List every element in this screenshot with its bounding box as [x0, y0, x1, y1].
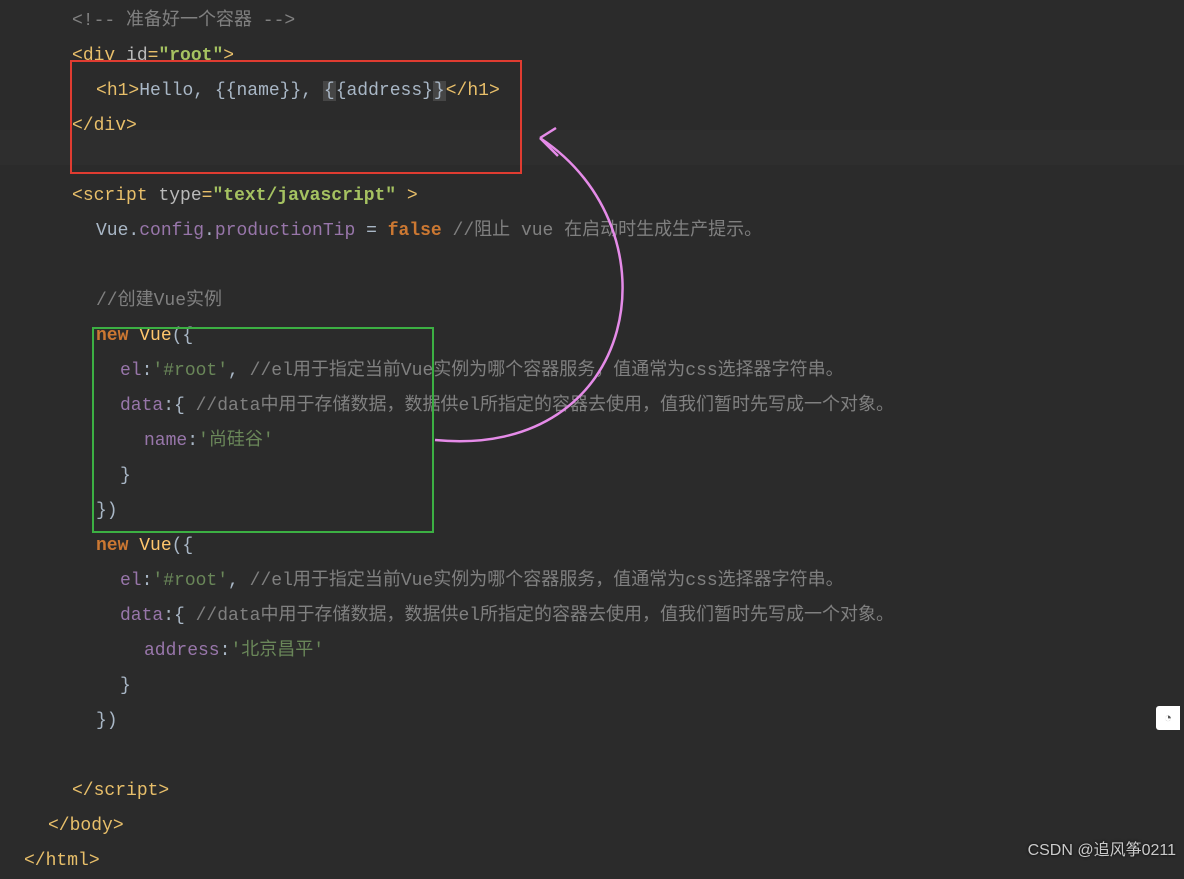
code-line: data:{ //data中用于存储数据，数据供el所指定的容器去使用，值我们暂… — [0, 599, 1184, 634]
code-line: </div> — [0, 109, 1184, 144]
code-line: <script type="text/javascript" > — [0, 179, 1184, 214]
cursor-highlight: } — [433, 81, 446, 101]
code-line: <!-- 准备好一个容器 --> — [0, 4, 1184, 39]
code-line: el:'#root', //el用于指定当前Vue实例为哪个容器服务，值通常为c… — [0, 354, 1184, 389]
blank-line — [0, 739, 1184, 774]
code-line: //创建Vue实例 — [0, 284, 1184, 319]
code-line: data:{ //data中用于存储数据，数据供el所指定的容器去使用，值我们暂… — [0, 389, 1184, 424]
code-line: </body> — [0, 809, 1184, 844]
code-line: Vue.config.productionTip = false //阻止 vu… — [0, 214, 1184, 249]
code-line: } — [0, 669, 1184, 704]
code-line: <div id="root"> — [0, 39, 1184, 74]
code-line: }) — [0, 704, 1184, 739]
code-line: } — [0, 459, 1184, 494]
code-line: </script> — [0, 774, 1184, 809]
code-line: new Vue({ — [0, 529, 1184, 564]
code-line: address:'北京昌平' — [0, 634, 1184, 669]
blank-line — [0, 144, 1184, 179]
code-line: <h1>Hello, {{name}}, {{address}}</h1> — [0, 74, 1184, 109]
side-badge: ◔ — [1156, 706, 1180, 730]
code-line: name:'尚硅谷' — [0, 424, 1184, 459]
code-editor[interactable]: <!-- 准备好一个容器 --> <div id="root"> <h1>Hel… — [0, 0, 1184, 879]
cursor-highlight: { — [323, 81, 336, 101]
blank-line — [0, 249, 1184, 284]
html-comment: <!-- 准备好一个容器 --> — [72, 11, 295, 31]
code-line: new Vue({ — [0, 319, 1184, 354]
watermark: CSDN @追风筝0211 — [1028, 833, 1176, 868]
code-line: }) — [0, 494, 1184, 529]
code-line: el:'#root', //el用于指定当前Vue实例为哪个容器服务，值通常为c… — [0, 564, 1184, 599]
